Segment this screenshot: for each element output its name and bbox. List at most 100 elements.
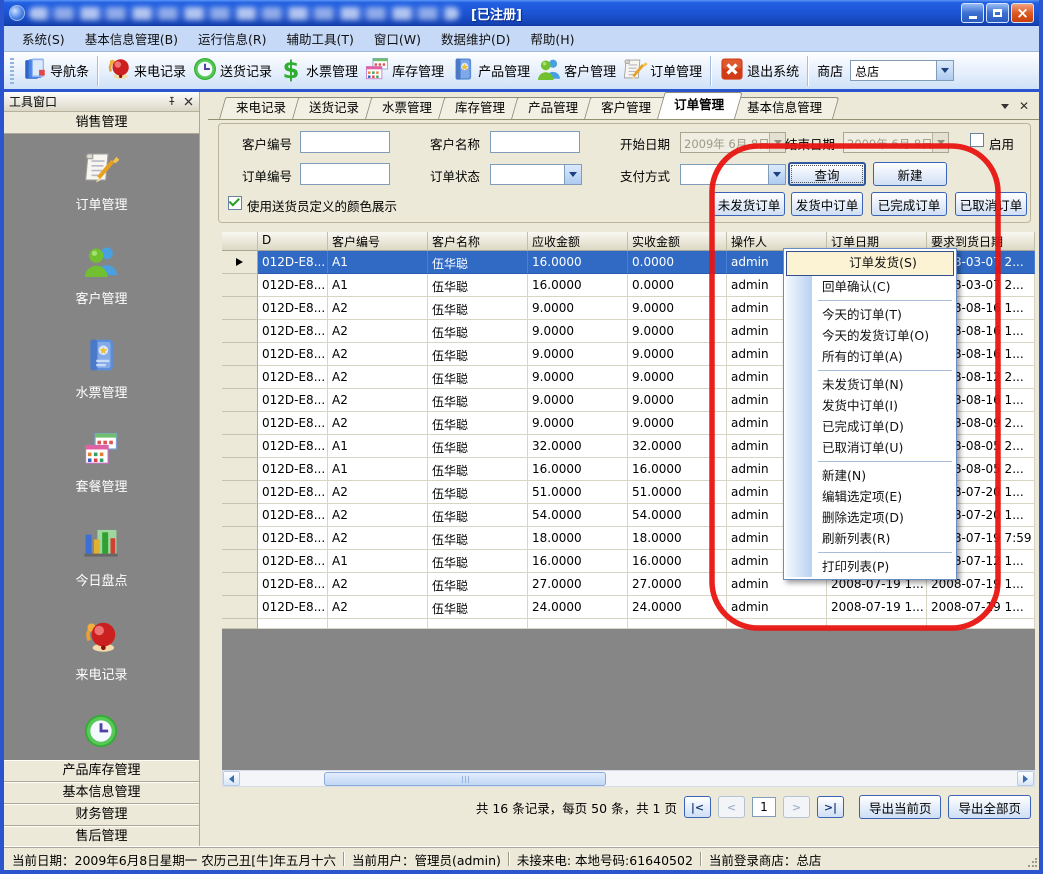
context-menu-item[interactable]: 今天的订单(T) bbox=[786, 304, 954, 325]
pay-method-dropdown[interactable] bbox=[768, 165, 785, 184]
tab-2[interactable]: 送货记录 bbox=[292, 97, 370, 119]
resize-grip[interactable] bbox=[1027, 858, 1037, 868]
sidebar-item-water-ticket-mgmt[interactable]: 水票管理 bbox=[75, 336, 127, 401]
tab-5[interactable]: 产品管理 bbox=[511, 97, 589, 119]
context-menu-item[interactable]: 刷新列表(R) bbox=[786, 528, 954, 549]
order-status-combobox[interactable] bbox=[490, 164, 582, 185]
context-menu-item[interactable]: 新建(N) bbox=[786, 465, 954, 486]
toolbar-button-customer-mgmt[interactable]: 客户管理 bbox=[533, 54, 619, 88]
menubar-item[interactable]: 基本信息管理(B) bbox=[75, 26, 188, 51]
status-filter-button-2[interactable]: 发货中订单 bbox=[791, 192, 863, 216]
scroll-right-button[interactable] bbox=[1017, 771, 1034, 786]
table-row[interactable]: 012D-E8...A2伍华聪24.000024.0000admin2008-0… bbox=[222, 596, 1035, 619]
order-status-dropdown[interactable] bbox=[564, 165, 581, 184]
menubar-item[interactable]: 辅助工具(T) bbox=[277, 26, 364, 51]
toolbar-button-inventory-mgmt[interactable]: 库存管理 bbox=[361, 54, 447, 88]
first-page-button[interactable]: |< bbox=[684, 796, 711, 818]
toolbar-button-exit-system[interactable]: 退出系统 bbox=[716, 54, 802, 88]
sidebar-section-item[interactable]: 财务管理 bbox=[4, 804, 199, 826]
tab-list-chevron-down-icon[interactable] bbox=[1001, 104, 1009, 109]
row-selector-cell[interactable] bbox=[222, 435, 258, 458]
row-selector-cell[interactable] bbox=[222, 527, 258, 550]
enable-checkbox[interactable] bbox=[970, 133, 984, 147]
sidebar-item-today-inventory[interactable]: 今日盘点 bbox=[75, 524, 127, 589]
sidebar-splitter[interactable] bbox=[200, 92, 208, 848]
sidebar-item-delivery-records[interactable]: 送货记录 bbox=[75, 712, 127, 760]
close-button[interactable]: × bbox=[1011, 3, 1034, 23]
customer-name-input[interactable] bbox=[490, 131, 580, 153]
row-selector-cell[interactable] bbox=[222, 343, 258, 366]
scroll-left-button[interactable] bbox=[223, 771, 240, 786]
row-selector-cell[interactable] bbox=[222, 320, 258, 343]
context-menu-item[interactable]: 删除选定项(D) bbox=[786, 507, 954, 528]
start-date-dropdown[interactable] bbox=[769, 133, 785, 152]
status-filter-button-4[interactable]: 已取消订单 bbox=[955, 192, 1027, 216]
table-header-cell[interactable]: 客户名称 bbox=[428, 232, 528, 251]
tab-1[interactable]: 来电记录 bbox=[219, 97, 297, 119]
close-icon[interactable] bbox=[183, 96, 194, 107]
pin-icon[interactable] bbox=[166, 96, 177, 107]
table-header-cell[interactable]: 应收金额 bbox=[528, 232, 628, 251]
sidebar-item-customer-mgmt[interactable]: 客户管理 bbox=[75, 242, 127, 307]
sidebar-section-item[interactable]: 售后管理 bbox=[4, 826, 199, 848]
delivery-color-checkbox[interactable] bbox=[228, 196, 242, 210]
tab-6[interactable]: 客户管理 bbox=[584, 97, 662, 119]
query-button[interactable]: 查询 bbox=[788, 162, 866, 186]
row-selector-cell[interactable] bbox=[222, 389, 258, 412]
customer-code-input[interactable] bbox=[300, 131, 390, 153]
next-page-button[interactable]: > bbox=[783, 796, 810, 818]
context-menu-item[interactable]: 发货中订单(I) bbox=[786, 395, 954, 416]
shop-combobox[interactable]: 总店 bbox=[850, 60, 954, 81]
row-selector-cell[interactable] bbox=[222, 573, 258, 596]
context-menu-item[interactable]: 订单发货(S) bbox=[786, 251, 954, 276]
context-menu-item[interactable]: 已取消订单(U) bbox=[786, 437, 954, 458]
context-menu-item[interactable]: 所有的订单(A) bbox=[786, 346, 954, 367]
maximize-button[interactable] bbox=[986, 3, 1009, 23]
toolbar-grip[interactable] bbox=[10, 58, 14, 84]
tab-8[interactable]: 基本信息管理 bbox=[730, 97, 833, 119]
menubar-item[interactable]: 窗口(W) bbox=[364, 26, 431, 51]
row-selector-cell[interactable] bbox=[222, 481, 258, 504]
toolbar-button-product-mgmt[interactable]: 产品管理 bbox=[447, 54, 533, 88]
toolbar-button-delivery-records[interactable]: 送货记录 bbox=[189, 54, 275, 88]
context-menu-item[interactable]: 已完成订单(D) bbox=[786, 416, 954, 437]
row-selector-cell[interactable] bbox=[222, 251, 258, 274]
context-menu-item[interactable]: 未发货订单(N) bbox=[786, 374, 954, 395]
sidebar-item-order-mgmt[interactable]: 订单管理 bbox=[75, 148, 127, 213]
tab-3[interactable]: 水票管理 bbox=[365, 97, 443, 119]
end-date-dropdown[interactable] bbox=[932, 133, 948, 152]
export-current-page-button[interactable]: 导出当前页 bbox=[859, 795, 942, 819]
menubar-item[interactable]: 数据维护(D) bbox=[431, 26, 520, 51]
table-header-cell[interactable]: D bbox=[258, 232, 328, 251]
toolbar-button-order-mgmt[interactable]: 订单管理 bbox=[619, 54, 705, 88]
sidebar-section-item[interactable]: 基本信息管理 bbox=[4, 782, 199, 804]
menubar-item[interactable]: 运行信息(R) bbox=[188, 26, 276, 51]
toolbar-button-call-records[interactable]: 来电记录 bbox=[103, 54, 189, 88]
menubar-item[interactable]: 系统(S) bbox=[12, 26, 75, 51]
tab-7[interactable]: 订单管理 bbox=[657, 92, 735, 119]
row-selector-cell[interactable] bbox=[222, 458, 258, 481]
horizontal-scrollbar[interactable] bbox=[222, 770, 1035, 787]
shop-dropdown-button[interactable] bbox=[936, 61, 953, 80]
tab-close-icon[interactable]: ✕ bbox=[1019, 101, 1029, 111]
sidebar-section-sales[interactable]: 销售管理 bbox=[4, 112, 199, 134]
context-menu-item[interactable]: 打印列表(P) bbox=[786, 556, 954, 577]
export-all-pages-button[interactable]: 导出全部页 bbox=[948, 795, 1031, 819]
tab-4[interactable]: 库存管理 bbox=[438, 97, 516, 119]
last-page-button[interactable]: >| bbox=[817, 796, 844, 818]
row-selector-cell[interactable] bbox=[222, 366, 258, 389]
row-selector-cell[interactable] bbox=[222, 596, 258, 619]
status-filter-button-1[interactable]: 未发货订单 bbox=[713, 192, 785, 216]
row-selector-cell[interactable] bbox=[222, 504, 258, 527]
page-number-input[interactable]: 1 bbox=[752, 797, 776, 817]
context-menu-item[interactable]: 编辑选定项(E) bbox=[786, 486, 954, 507]
minimize-button[interactable] bbox=[961, 3, 984, 23]
new-button[interactable]: 新建 bbox=[873, 162, 947, 186]
row-selector-cell[interactable] bbox=[222, 297, 258, 320]
toolbar-button-water-ticket-mgmt[interactable]: 水票管理 bbox=[275, 54, 361, 88]
row-selector-cell[interactable] bbox=[222, 274, 258, 297]
end-date-picker[interactable]: 2009年 6月 8日 bbox=[843, 132, 949, 153]
sidebar-item-package-mgmt[interactable]: 套餐管理 bbox=[75, 430, 127, 495]
pay-method-combobox[interactable] bbox=[680, 164, 786, 185]
context-menu-item[interactable]: 回单确认(C) bbox=[786, 276, 954, 297]
